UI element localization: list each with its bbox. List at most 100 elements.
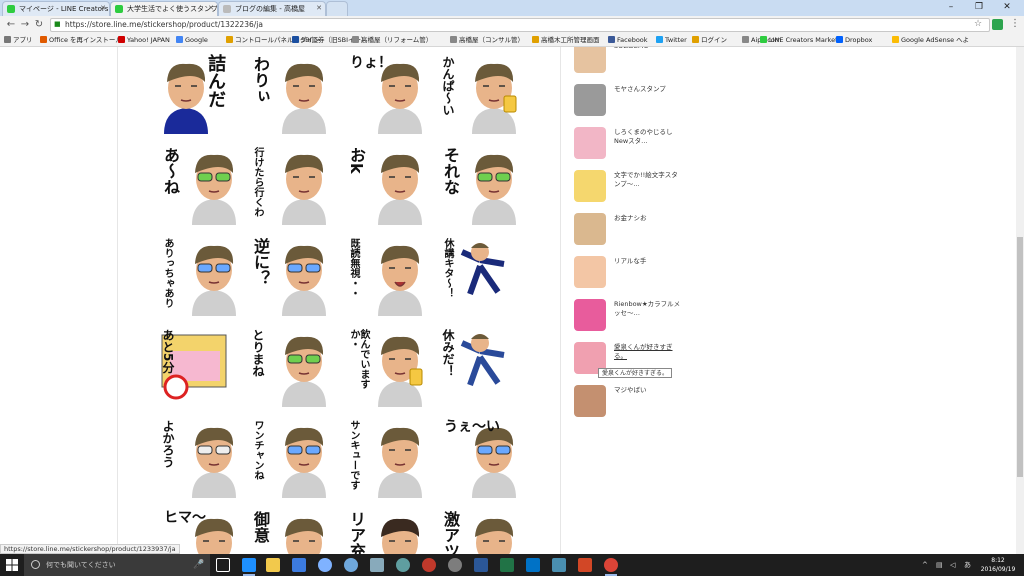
app-icon[interactable] [370,558,384,572]
close-icon[interactable]: ✕ [100,4,106,12]
scrollbar-thumb[interactable] [1017,237,1023,477]
file-explorer-icon[interactable] [266,558,280,572]
sticker-item[interactable]: ありっちゃあり [160,234,242,316]
ime-icon[interactable]: あ [964,561,972,569]
sticker-item[interactable]: 既読無視・・ [346,234,428,316]
app-icon[interactable] [422,558,436,572]
sticker-item[interactable]: 激アツ [440,507,522,554]
sticker-thumbnail[interactable] [574,47,606,73]
network-icon[interactable]: ▤ [936,561,944,569]
sticker-thumbnail[interactable] [574,213,606,245]
sticker-item[interactable]: ワンチャンね [250,416,332,498]
tray-arrow-icon[interactable]: ^ [922,561,930,569]
related-sticker-title[interactable]: マジやばい [614,386,684,395]
app-icon[interactable] [344,558,358,572]
bookmark-item[interactable]: ログイン [692,34,727,46]
sticker-thumbnail[interactable] [574,84,606,116]
excel-icon[interactable] [500,558,514,572]
bookmark-item[interactable]: 高橋屋（リフォーム管） [352,34,432,46]
sticker-item[interactable]: それな [440,143,522,225]
powerpoint-icon[interactable] [578,558,592,572]
edge-icon[interactable] [242,558,256,576]
windows-start-icon[interactable] [6,559,18,571]
sticker-thumbnail[interactable] [574,256,606,288]
related-sticker-title[interactable]: しろくまのやじるし Newスタ… [614,128,684,146]
related-sticker-item[interactable]: 文字でか!!絵文字スタンプ〜… [574,168,684,204]
sticker-item[interactable]: あ〜ね [160,143,242,225]
outlook-icon[interactable] [526,558,540,572]
related-sticker-item[interactable]: リアルな手 [574,254,684,290]
sticker-thumbnail[interactable] [574,385,606,417]
related-sticker-title[interactable]: お金ナシお [614,214,684,223]
chrome-icon[interactable] [604,558,618,576]
microphone-icon[interactable]: 🎤 [192,558,206,572]
related-sticker-title[interactable]: Rienbow★カラフルメッセ〜… [614,300,684,318]
reload-button[interactable]: ↻ [32,18,46,32]
app-icon[interactable] [552,558,566,572]
maximize-button[interactable]: ❐ [966,1,992,14]
sticker-item[interactable]: おk [346,143,428,225]
taskbar-clock[interactable]: 8:12 2016/09/19 [978,556,1018,574]
related-sticker-item[interactable]: モヤさんスタンプ [574,82,684,118]
sticker-thumbnail[interactable] [574,127,606,159]
back-button[interactable]: ← [4,18,18,32]
sticker-item[interactable]: かんぱ〜い [440,52,522,134]
sticker-thumbnail[interactable] [574,170,606,202]
close-window-button[interactable]: ✕ [994,1,1020,14]
sticker-item[interactable]: うぇ〜い [440,416,522,498]
related-sticker-item[interactable]: しろくまのやじるし Newスタ… [574,125,684,161]
sticker-item[interactable]: サンキューです [346,416,428,498]
related-sticker-title[interactable]: モヤさんスタンプ [614,85,684,94]
sticker-item[interactable]: 詰んだ [160,52,242,134]
related-sticker-item[interactable]: マジやばい [574,383,684,419]
sticker-item[interactable]: 飲んでいますか・ [346,325,428,407]
sticker-item[interactable]: りょ！ [346,52,428,134]
tab-blog[interactable]: ブログの編集 - 高橋屋 ✕ [218,1,326,16]
forward-button[interactable]: → [18,18,32,32]
minimize-button[interactable]: – [938,1,964,14]
taskbar-search[interactable]: 何でも聞いてください [24,554,210,576]
extension-icon[interactable] [992,19,1003,30]
bookmark-item[interactable]: Yahoo! JAPAN [118,34,170,46]
related-sticker-title[interactable]: リアルな手 [614,257,684,266]
bookmark-item[interactable]: アプリ [4,34,33,46]
menu-icon[interactable]: ⋮ [1010,18,1020,29]
sticker-item[interactable]: わりぃ [250,52,332,134]
app-icon[interactable] [396,558,410,572]
bookmark-item[interactable]: Twitter [656,34,687,46]
sticker-item[interactable]: リア充 [346,507,428,554]
sticker-thumbnail[interactable] [574,299,606,331]
bookmark-item[interactable]: Google AdSense へよ [892,34,969,46]
bookmark-item[interactable]: 高橋木工所管理画面 [532,34,600,46]
close-icon[interactable]: ✕ [316,4,322,12]
sticker-item[interactable]: 御意 [250,507,332,554]
related-sticker-item[interactable]: Rienbow★カラフルメッセ〜… [574,297,684,333]
bookmark-item[interactable]: 高橋屋（コンサル管） [450,34,524,46]
task-view-icon[interactable] [216,558,230,572]
bookmark-item[interactable]: Office を再インストール [40,34,122,46]
tab-sticker[interactable]: 大学生活でよく使うスタンプ ✕ [110,1,218,16]
related-sticker-item[interactable]: お金ナシお [574,211,684,247]
app-icon[interactable] [318,558,332,572]
sticker-item[interactable]: よかろう [160,416,242,498]
sticker-item[interactable]: 逆に？ [250,234,332,316]
volume-icon[interactable]: ◁ [950,561,958,569]
sticker-item[interactable]: とりまね [250,325,332,407]
sticker-item[interactable]: 行けたら行くわ [250,143,332,225]
bookmark-item[interactable]: LINE Creators Market [760,34,838,46]
related-sticker-title[interactable]: 文字でか!!絵文字スタンプ〜… [614,171,684,189]
bookmark-item[interactable]: Facebook [608,34,648,46]
sticker-item[interactable]: あと5分 [160,325,242,407]
sticker-item[interactable]: 休講キタ〜！ [440,234,522,316]
bookmark-item[interactable]: Dropbox [836,34,872,46]
sticker-item[interactable]: 休みだ！ [440,325,522,407]
related-sticker-title[interactable]: 愛泉くんが好きすぎる。 [614,343,684,361]
scrollbar[interactable] [1016,47,1024,554]
word-icon[interactable] [474,558,488,572]
related-sticker-item[interactable]: SOLIDEMO [574,47,684,75]
close-icon[interactable]: ✕ [208,4,214,12]
new-tab-button[interactable] [326,1,348,16]
address-bar[interactable]: https://store.line.me/stickershop/produc… [50,18,990,32]
app-icon[interactable] [448,558,462,572]
bookmark-item[interactable]: Google [176,34,208,46]
